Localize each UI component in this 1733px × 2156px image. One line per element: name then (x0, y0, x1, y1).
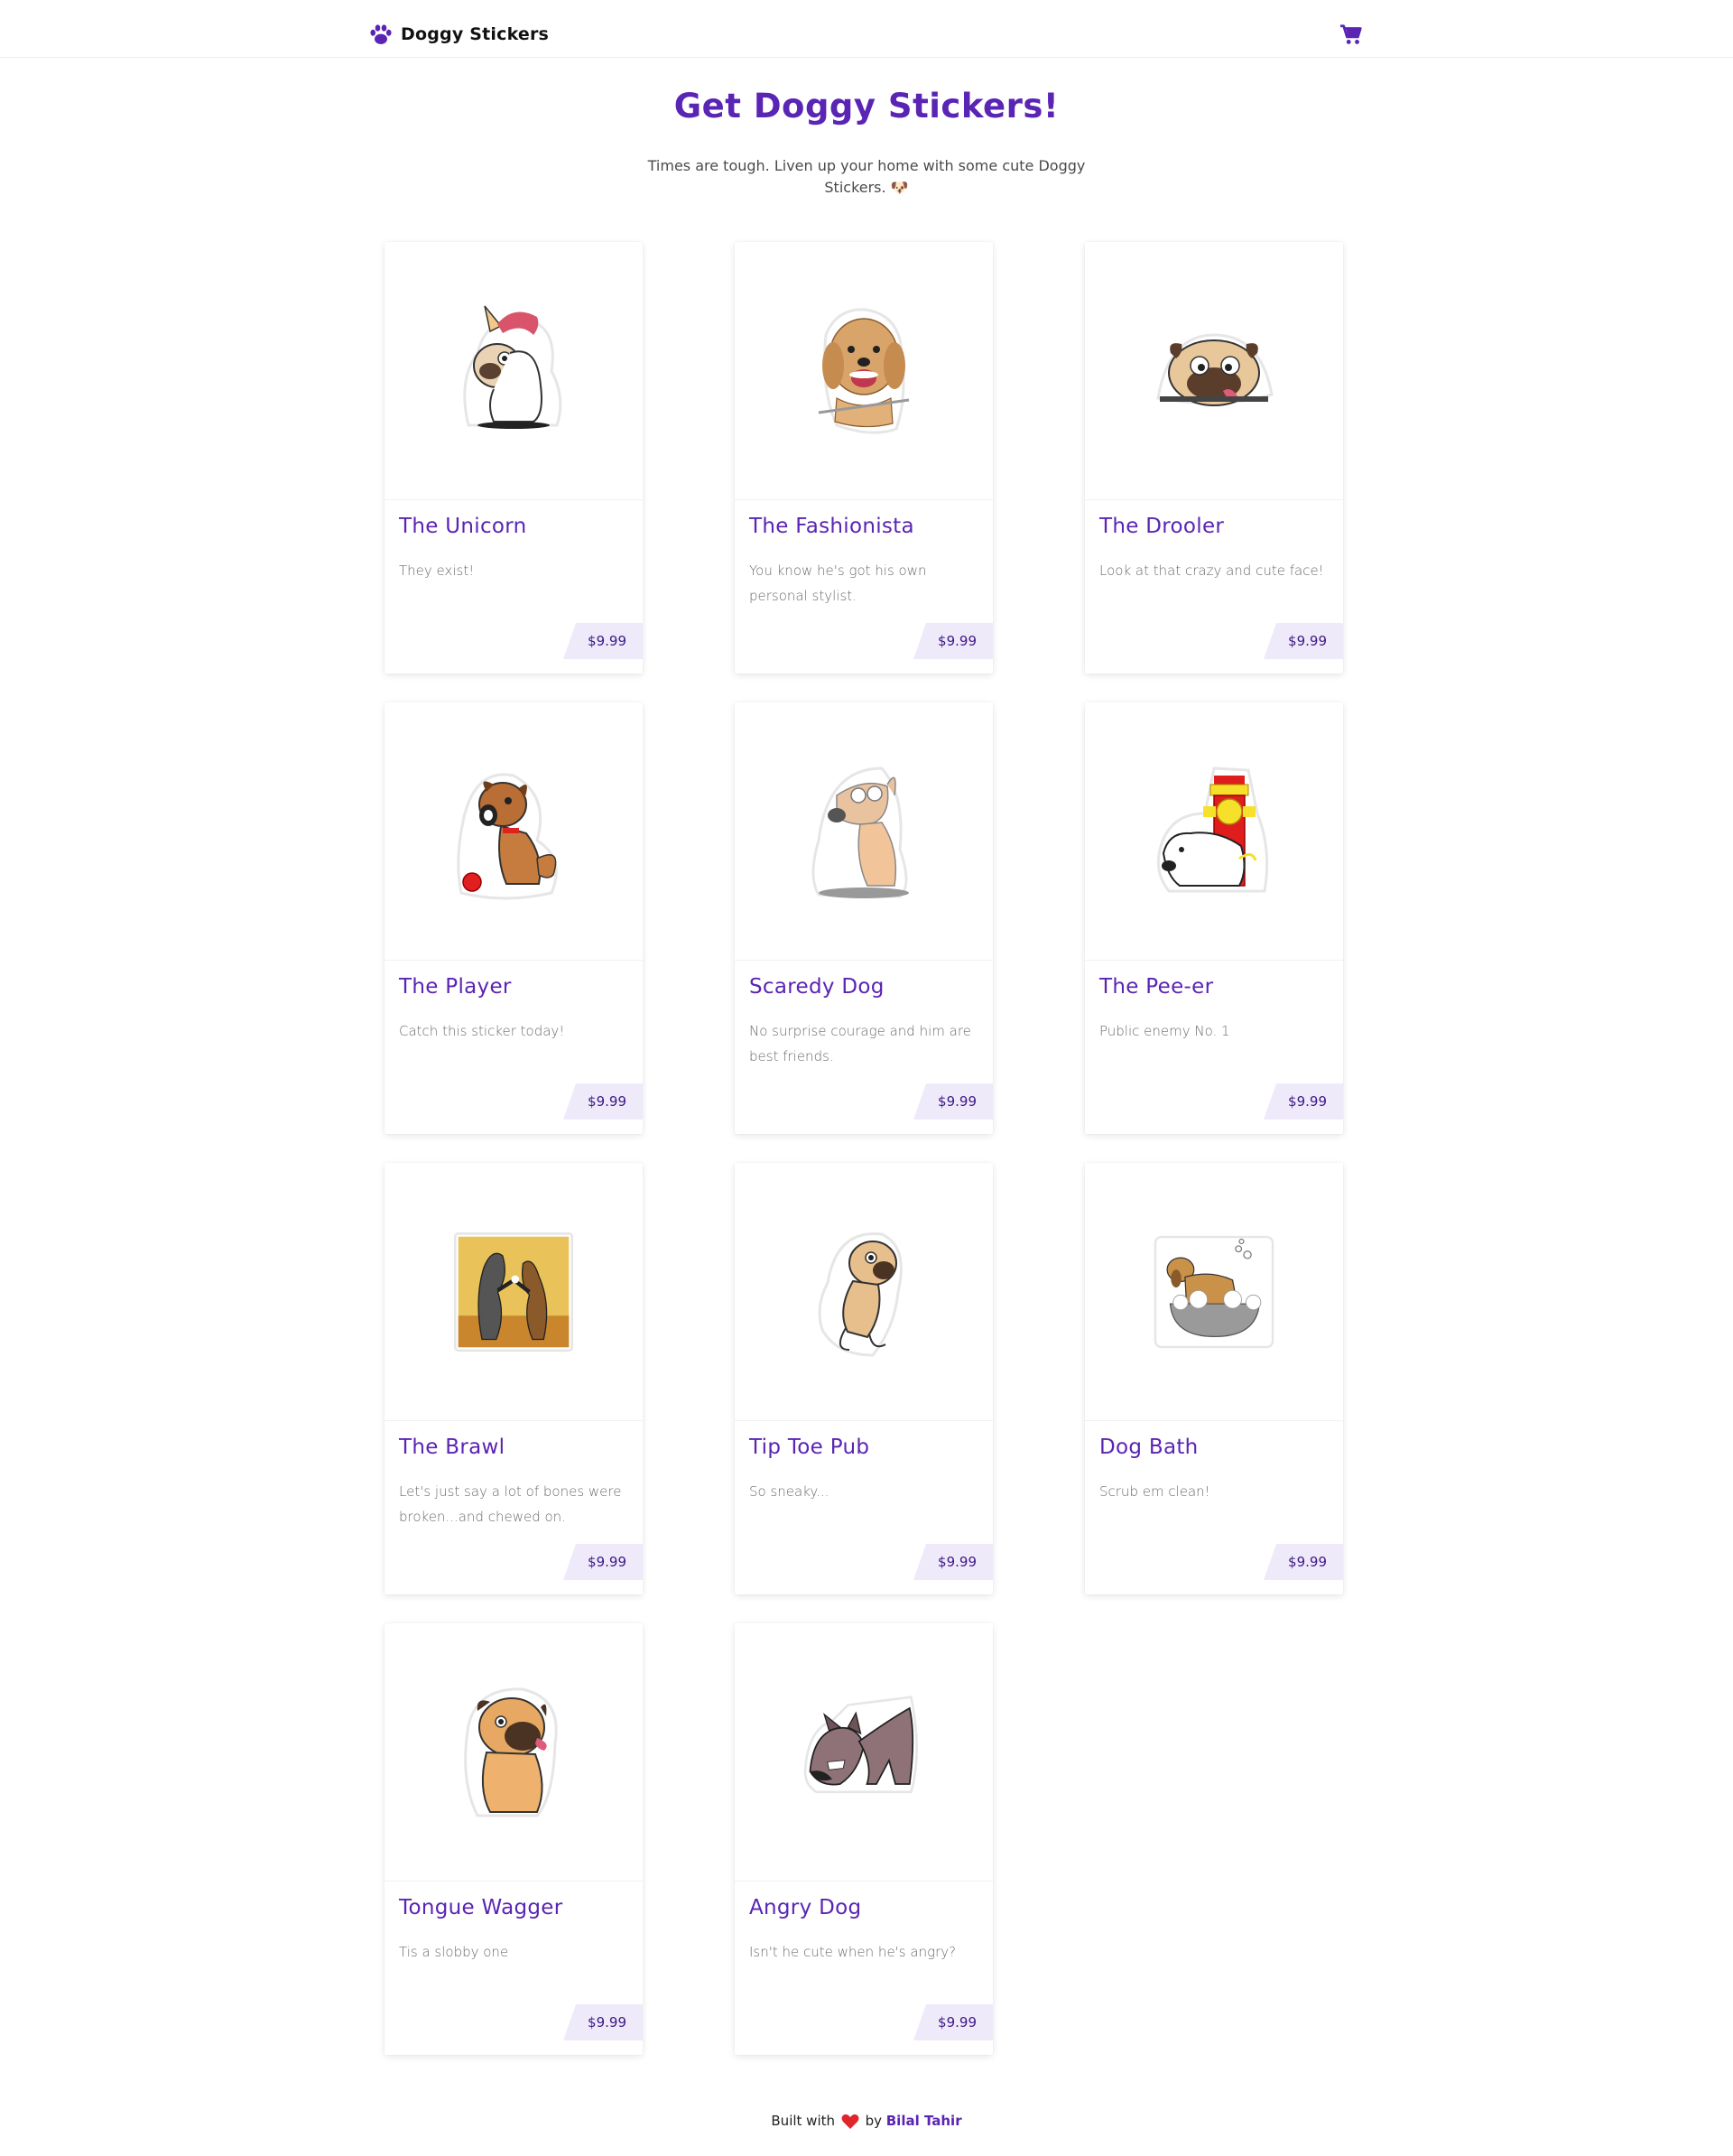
heart-icon (841, 2114, 859, 2129)
product-card[interactable]: Tongue Wagger Tis a slobby one $9.99 (385, 1623, 643, 2055)
price-tag: $9.99 (1264, 1544, 1343, 1580)
product-image (385, 702, 643, 961)
product-image (735, 702, 993, 961)
product-card[interactable]: The Pee-er Public enemy No. 1 $9.99 (1085, 702, 1343, 1134)
product-title: The Drooler (1099, 515, 1225, 538)
unicorn-pug-sticker (463, 305, 562, 429)
top-nav: Doggy Stickers (0, 0, 1733, 58)
product-title: The Pee-er (1099, 975, 1214, 999)
dog-hydrant-sticker (1156, 766, 1269, 892)
product-grid: The Unicorn They exist! $9.99 The Fashio… (385, 242, 1345, 2055)
footer-by: by (865, 2113, 882, 2129)
brand-link[interactable]: Doggy Stickers (368, 22, 549, 47)
product-title: Scaredy Dog (749, 975, 885, 999)
price-tag: $9.99 (913, 1544, 993, 1580)
product-title: Angry Dog (749, 1896, 862, 1919)
product-image (1085, 702, 1343, 961)
product-card[interactable]: Angry Dog Isn't he cute when he's angry?… (735, 1623, 993, 2055)
product-card[interactable]: Scaredy Dog No surprise courage and him … (735, 702, 993, 1134)
product-description: Public enemy No. 1 (1099, 1023, 1230, 1039)
brand-name: Doggy Stickers (401, 24, 550, 44)
paw-icon (370, 24, 392, 44)
product-card[interactable]: The Brawl Let's just say a lot of bones … (385, 1163, 643, 1594)
product-description: Let's just say a lot of bones were broke… (399, 1483, 622, 1525)
footer: Built with by Bilal Tahir (0, 2113, 1733, 2130)
product-image (1085, 242, 1343, 500)
product-title: Dog Bath (1099, 1436, 1199, 1459)
dogs-boxing-sticker (453, 1231, 574, 1352)
page-subtitle: Times are tough. Liven up your home with… (647, 157, 1086, 196)
footer-prefix: Built with (771, 2113, 835, 2129)
price-tag: $9.99 (563, 2004, 643, 2040)
price-tag: $9.99 (563, 1544, 643, 1580)
product-card[interactable]: The Drooler Look at that crazy and cute … (1085, 242, 1343, 674)
sitting-pug-sticker (464, 1687, 558, 1817)
angry-dog-sticker (803, 1695, 918, 1793)
product-description: Tis a slobby one (399, 1944, 509, 1960)
product-card[interactable]: The Unicorn They exist! $9.99 (385, 242, 643, 674)
product-description: No surprise courage and him are best fri… (749, 1023, 971, 1064)
product-title: Tongue Wagger (399, 1896, 563, 1919)
scared-dog-sticker (811, 766, 909, 898)
product-title: Tip Toe Pub (749, 1436, 870, 1459)
product-image (1085, 1163, 1343, 1421)
product-card[interactable]: Dog Bath Scrub em clean! $9.99 (1085, 1163, 1343, 1594)
product-title: The Fashionista (749, 515, 914, 538)
dog-bath-sticker (1154, 1235, 1274, 1348)
product-card[interactable]: The Fashionista You know he's got his ow… (735, 242, 993, 674)
price-tag: $9.99 (913, 623, 993, 659)
price-tag: $9.99 (563, 623, 643, 659)
pug-face-sticker (1156, 332, 1274, 406)
product-image (735, 242, 993, 500)
product-description: Isn't he cute when he's angry? (749, 1944, 957, 1960)
author-link[interactable]: Bilal Tahir (886, 2113, 962, 2129)
product-image (385, 242, 643, 500)
product-description: So sneaky... (749, 1483, 829, 1500)
product-description: Catch this sticker today! (399, 1023, 565, 1039)
price-tag: $9.99 (1264, 623, 1343, 659)
product-card[interactable]: Tip Toe Pub So sneaky... $9.99 (735, 1163, 993, 1594)
product-image (385, 1163, 643, 1421)
price-tag: $9.99 (1264, 1083, 1343, 1120)
product-image (735, 1623, 993, 1882)
price-tag: $9.99 (913, 1083, 993, 1120)
page-title: Get Doggy Stickers! (673, 87, 1060, 125)
product-image (735, 1163, 993, 1421)
price-tag: $9.99 (913, 2004, 993, 2040)
fluffy-dog-sticker (818, 307, 910, 434)
price-tag: $9.99 (563, 1083, 643, 1120)
product-description: They exist! (399, 562, 475, 579)
shopping-cart-icon[interactable] (1339, 23, 1363, 47)
product-title: The Player (399, 975, 512, 999)
product-description: You know he's got his own personal styli… (749, 562, 927, 604)
product-image (385, 1623, 643, 1882)
product-title: The Brawl (399, 1436, 505, 1459)
product-card[interactable]: The Player Catch this sticker today! $9.… (385, 702, 643, 1134)
puppy-ball-sticker (457, 772, 558, 899)
product-title: The Unicorn (399, 515, 527, 538)
tiptoe-pug-sticker (818, 1231, 903, 1357)
product-description: Look at that crazy and cute face! (1099, 562, 1324, 579)
product-description: Scrub em clean! (1099, 1483, 1210, 1500)
